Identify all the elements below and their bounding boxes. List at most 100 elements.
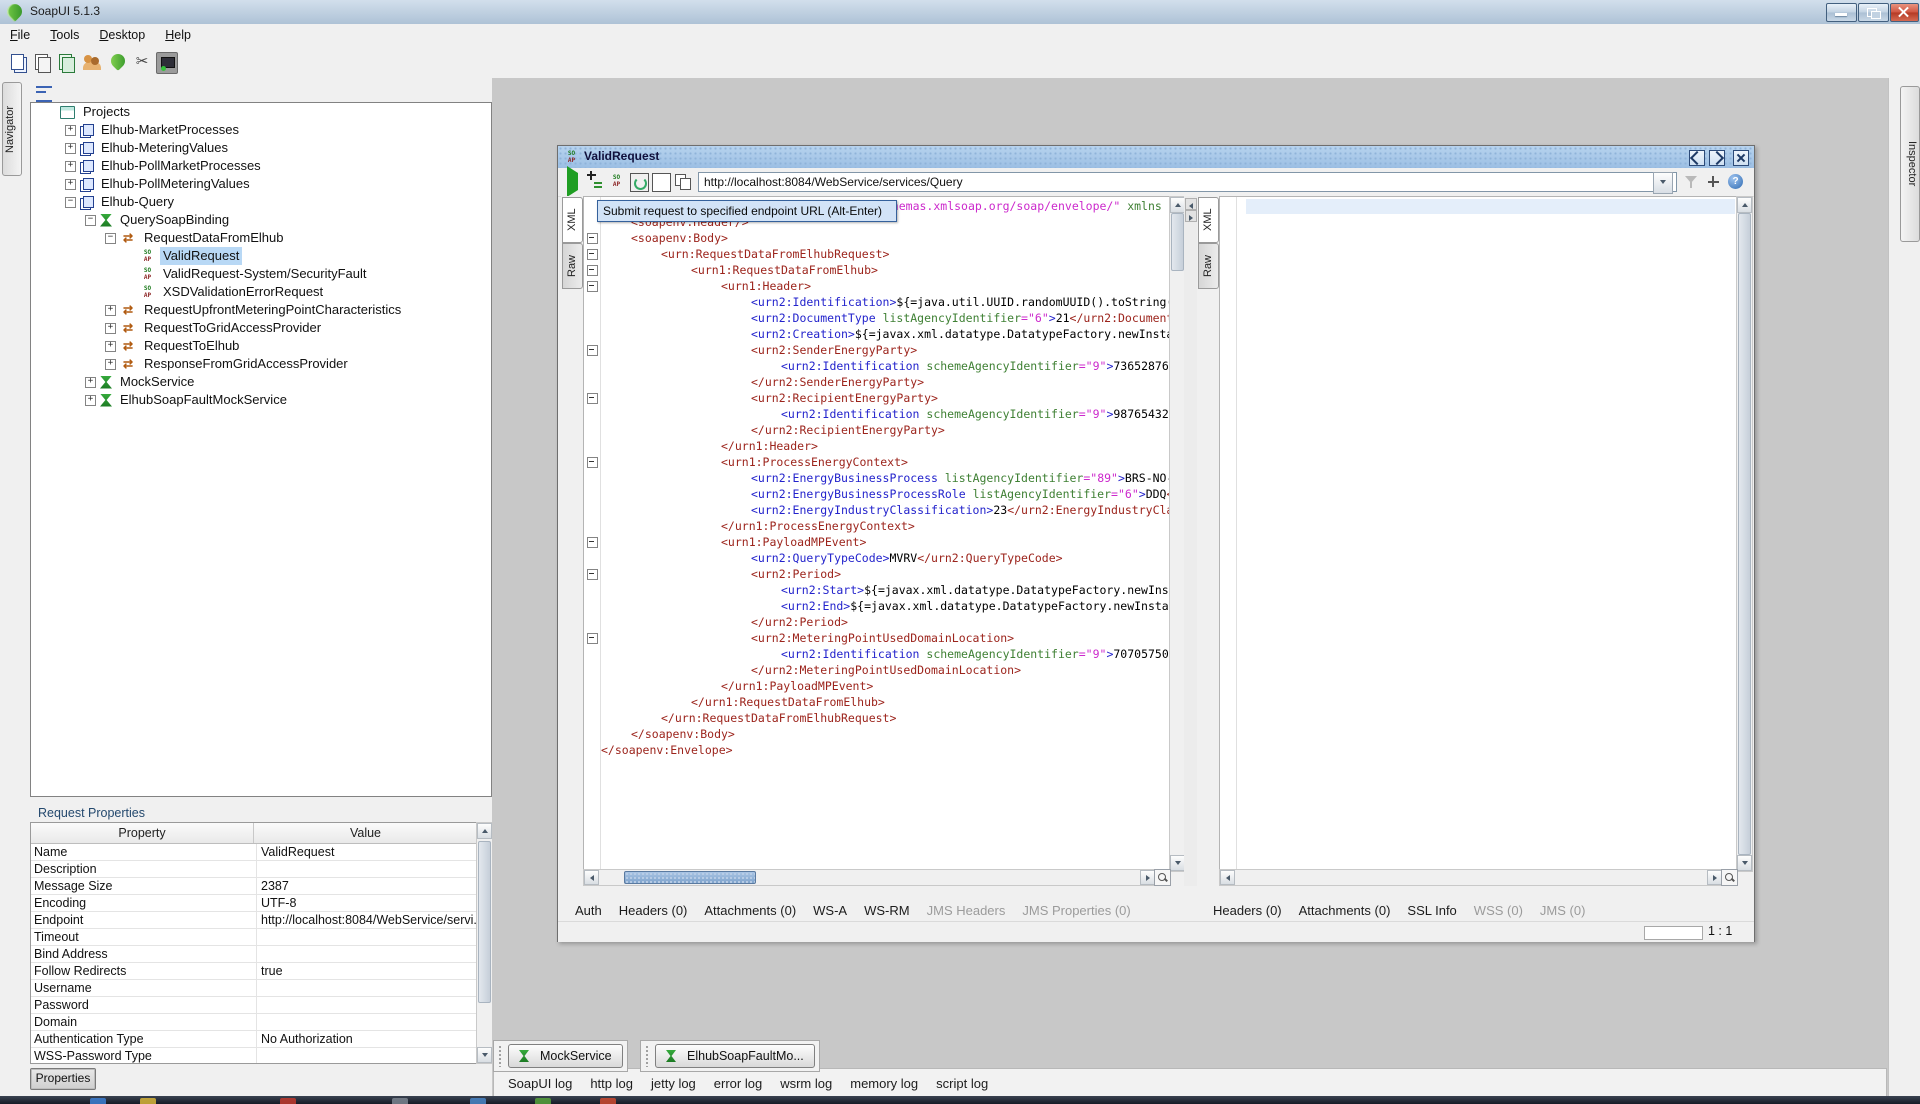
collapse-right-icon[interactable] [1185, 210, 1197, 222]
tree-item-mockservice[interactable]: +MockService [31, 373, 491, 391]
tree-item-requesttoelhub[interactable]: +⇄RequestToElhub [31, 337, 491, 355]
fold-collapse-icon[interactable] [587, 281, 598, 292]
collapse-left-icon[interactable] [1185, 198, 1197, 210]
navigator-tab[interactable]: Navigator [2, 82, 22, 176]
endpoint-dropdown-icon[interactable] [1653, 172, 1673, 194]
log-tab-http-log[interactable]: http log [590, 1076, 633, 1091]
property-row-endpoint[interactable]: Endpointhttp://localhost:8084/WebService… [31, 912, 477, 929]
tree-item-requestupfrontmeteringpointcharacteristics[interactable]: +⇄RequestUpfrontMeteringPointCharacteris… [31, 301, 491, 319]
window-close-icon[interactable] [1733, 150, 1749, 166]
tab-xml[interactable]: XML [562, 197, 583, 243]
fold-collapse-icon[interactable] [587, 345, 598, 356]
add-endpoint-icon[interactable] [1705, 173, 1722, 190]
tree-item-xsdvalidationerrorrequest[interactable]: SOAPXSDValidationErrorRequest [31, 283, 491, 301]
new-project-icon[interactable] [8, 52, 28, 72]
soap-action-icon[interactable]: SOAP [608, 174, 625, 191]
tree-item-querysoapbinding[interactable]: −QuerySoapBinding [31, 211, 491, 229]
property-value[interactable]: 2387 [257, 878, 477, 894]
tab-raw[interactable]: Raw [1198, 243, 1219, 289]
tree-item-elhub-marketprocesses[interactable]: +Elhub-MarketProcesses [31, 121, 491, 139]
response-horizontal-scrollbar[interactable] [1219, 869, 1723, 886]
os-taskbar[interactable] [0, 1096, 1920, 1104]
tree-item-validrequest-system-securityfault[interactable]: SOAPValidRequest-System/SecurityFault [31, 265, 491, 283]
expand-icon[interactable]: + [65, 161, 76, 172]
property-row-timeout[interactable]: Timeout [31, 929, 477, 946]
scrollbar-thumb[interactable] [478, 841, 491, 1003]
property-row-password[interactable]: Password [31, 997, 477, 1014]
tree-item-elhub-query[interactable]: −Elhub-Query [31, 193, 491, 211]
magnifier-icon[interactable] [1721, 869, 1738, 886]
clear-request-icon[interactable] [652, 173, 671, 192]
property-value[interactable] [257, 1048, 477, 1064]
menu-item-desktop[interactable]: Desktop [89, 24, 155, 46]
request-xml-surface[interactable]: <soapenv:Envelope xmlns:soapenv="http://… [583, 196, 1171, 870]
fold-collapse-icon[interactable] [587, 537, 598, 548]
submit-request-icon[interactable] [564, 173, 581, 190]
tree-item-projects[interactable]: Projects [31, 103, 491, 121]
endpoint-url-combo[interactable]: http://localhost:8084/WebService/service… [698, 172, 1677, 192]
tab-ssl-info[interactable]: SSL Info [1407, 903, 1456, 918]
soapui-home-icon[interactable] [108, 52, 128, 72]
log-tab-script-log[interactable]: script log [936, 1076, 988, 1091]
expand-icon[interactable]: + [65, 179, 76, 190]
recreate-request-icon[interactable] [630, 173, 649, 192]
request-help-icon[interactable]: ? [1728, 174, 1743, 189]
scroll-up-icon[interactable] [477, 823, 492, 839]
tab-ws-a[interactable]: WS-A [813, 903, 847, 918]
property-row-bind-address[interactable]: Bind Address [31, 946, 477, 963]
minimize-button[interactable] [1826, 3, 1857, 22]
property-row-encoding[interactable]: EncodingUTF-8 [31, 895, 477, 912]
log-tab-error-log[interactable]: error log [714, 1076, 762, 1091]
restore-button[interactable] [1858, 3, 1889, 22]
preferences-icon[interactable]: ✂ [132, 52, 152, 72]
fold-collapse-icon[interactable] [587, 569, 598, 580]
log-tab-memory-log[interactable]: memory log [850, 1076, 918, 1091]
property-value[interactable] [257, 929, 477, 945]
tab-attachments-0[interactable]: Attachments (0) [1299, 903, 1391, 918]
property-value[interactable]: No Authorization [257, 1031, 477, 1047]
tree-item-requestdatafromelhub[interactable]: −⇄RequestDataFromElhub [31, 229, 491, 247]
property-row-follow-redirects[interactable]: Follow Redirectstrue [31, 963, 477, 980]
property-value[interactable]: ValidRequest [257, 844, 477, 860]
property-value[interactable]: true [257, 963, 477, 979]
tab-auth[interactable]: Auth [575, 903, 602, 918]
property-value[interactable] [257, 1014, 477, 1030]
menu-item-file[interactable]: File [0, 24, 40, 46]
property-row-message-size[interactable]: Message Size2387 [31, 878, 477, 895]
expand-icon[interactable]: + [105, 359, 116, 370]
drag-handle[interactable] [498, 1045, 503, 1067]
tree-item-elhub-meteringvalues[interactable]: +Elhub-MeteringValues [31, 139, 491, 157]
expand-icon[interactable]: + [65, 125, 76, 136]
collapse-icon[interactable]: − [105, 233, 116, 244]
tab-ws-rm[interactable]: WS-RM [864, 903, 910, 918]
window-maximize-icon[interactable] [1709, 150, 1725, 166]
fold-collapse-icon[interactable] [587, 633, 598, 644]
property-value[interactable]: http://localhost:8084/WebService/servi..… [257, 912, 477, 928]
tree-item-validrequest[interactable]: SOAPValidRequest [31, 247, 491, 265]
fold-collapse-icon[interactable] [587, 265, 598, 276]
fold-collapse-icon[interactable] [587, 233, 598, 244]
tree-options-icon[interactable] [36, 86, 52, 102]
property-row-username[interactable]: Username [31, 980, 477, 997]
property-row-name[interactable]: NameValidRequest [31, 844, 477, 861]
properties-scrollbar[interactable] [476, 822, 493, 1064]
forum-icon[interactable] [82, 52, 102, 72]
restore-window-button[interactable]: ElhubSoapFaultMo... [655, 1044, 815, 1068]
tree-item-elhub-pollmarketprocesses[interactable]: +Elhub-PollMarketProcesses [31, 157, 491, 175]
import-project-icon[interactable] [32, 52, 52, 72]
editor-splitter[interactable] [1184, 196, 1197, 886]
tab-xml[interactable]: XML [1198, 197, 1219, 243]
menu-item-help[interactable]: Help [155, 24, 201, 46]
property-row-wss-password-type[interactable]: WSS-Password Type [31, 1048, 477, 1064]
tree-item-elhub-pollmeteringvalues[interactable]: +Elhub-PollMeteringValues [31, 175, 491, 193]
scroll-down-icon[interactable] [477, 1047, 492, 1063]
value-column-header[interactable]: Value [254, 823, 477, 843]
expand-icon[interactable]: + [105, 323, 116, 334]
request-window-titlebar[interactable]: SOAP ValidRequest [558, 146, 1754, 169]
property-value[interactable] [257, 997, 477, 1013]
collapse-icon[interactable]: − [85, 215, 96, 226]
restore-window-button[interactable]: MockService [508, 1044, 623, 1068]
magnifier-icon[interactable] [1154, 869, 1171, 886]
property-row-authentication-type[interactable]: Authentication TypeNo Authorization [31, 1031, 477, 1048]
response-vertical-scrollbar[interactable] [1736, 196, 1753, 872]
